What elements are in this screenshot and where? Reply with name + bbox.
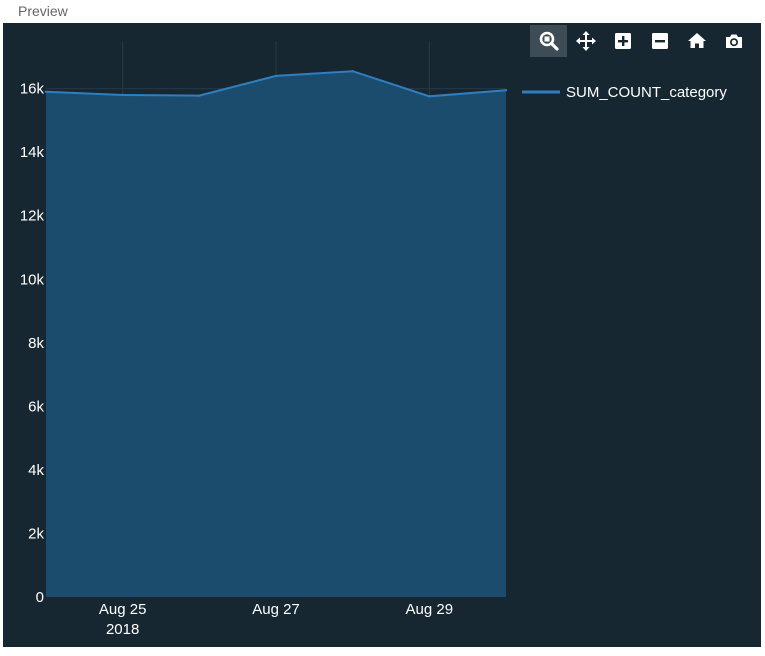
modebar [530,25,752,57]
zoom-in-icon [614,33,631,49]
y-tick-label: 10k [20,271,45,288]
x-tick-year-label: 2018 [106,621,139,638]
preview-title: Preview [18,3,68,19]
zoom-out-button[interactable] [641,25,678,57]
x-tick-label: Aug 29 [406,601,454,618]
data-point [121,93,124,97]
y-tick-label: 12k [20,208,45,225]
zoom-out-icon [651,33,668,49]
data-point [351,69,354,73]
series-area-fill [46,71,506,597]
home-icon [687,33,706,48]
legend[interactable]: SUM_COUNT_category [522,84,727,101]
area-layer [44,69,508,597]
pan-icon [575,31,596,51]
y-tick-label: 4k [28,462,44,479]
reset-axes-button[interactable] [678,25,715,57]
zoom-in-button[interactable] [604,25,641,57]
pan-button[interactable] [567,25,604,57]
y-tick-label: 6k [28,398,44,415]
camera-icon [725,34,742,48]
zoom-button[interactable] [530,25,567,57]
data-point [198,94,201,97]
y-tick-label: 0 [36,589,44,606]
y-axis: 0 2k 4k 6k 8k 10k 12k 14k 16k [20,81,45,606]
zoom-icon [539,31,559,51]
y-tick-label: 2k [28,525,44,542]
download-png-button[interactable] [715,25,752,57]
y-tick-label: 14k [20,144,45,161]
x-axis: Aug 25 2018 Aug 27 Aug 29 [99,601,453,638]
x-tick-label: Aug 27 [252,601,300,618]
data-point [274,74,278,78]
area-chart: 02k4k6k8k10k12k14k16k Aug 252018Aug 27 Au… [20,41,727,638]
data-point [44,90,48,94]
x-tick-label: Aug 25 [99,601,147,618]
data-point [504,89,508,92]
plot-panel: 0 2k 4k 6k 8k 10k 12k 14k 16k Aug 25 2018 Aug 27 Au… [3,23,761,647]
y-tick-label: 8k [28,335,44,352]
data-point [428,95,431,98]
y-tick-label: 16k [20,81,45,98]
legend-label: SUM_COUNT_category [566,84,727,101]
